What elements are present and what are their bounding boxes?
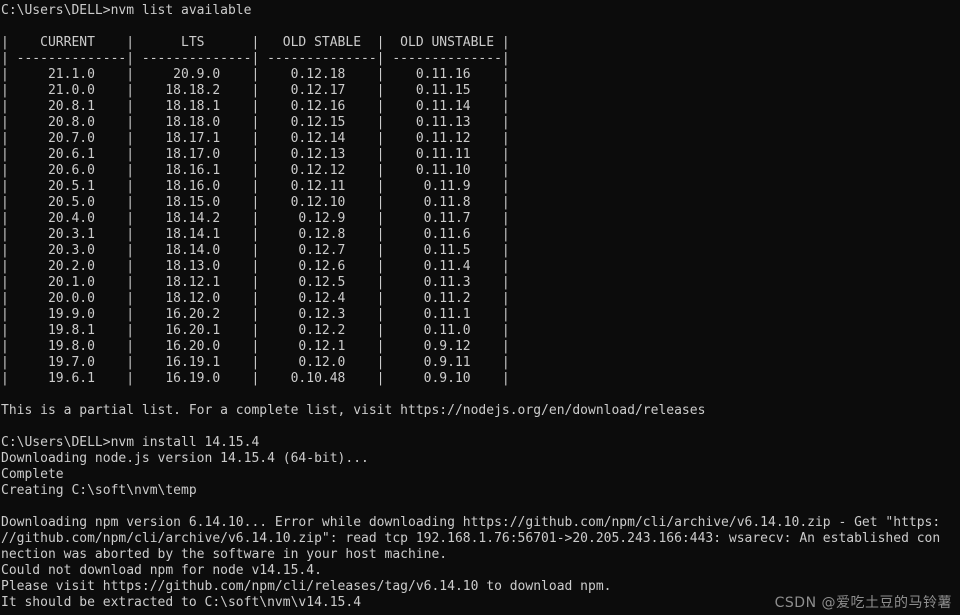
please-visit-line: Please visit https://github.com/npm/cli/… <box>1 579 612 594</box>
table-row: | 20.6.0 | 18.16.1 | 0.12.12 | 0.11.10 | <box>1 163 510 178</box>
complete-line: Complete <box>1 467 64 482</box>
nvm-version-table: | CURRENT | LTS | OLD STABLE | OLD UNSTA… <box>1 35 960 387</box>
table-row: | 20.7.0 | 18.17.1 | 0.12.14 | 0.11.12 | <box>1 131 510 146</box>
npm-error-line-1: Downloading npm version 6.14.10... Error… <box>1 515 941 530</box>
npm-error-line-2: //github.com/npm/cli/archive/v6.14.10.zi… <box>1 531 941 546</box>
table-row: | 20.1.0 | 18.12.1 | 0.12.5 | 0.11.3 | <box>1 275 510 290</box>
npm-error-line-3: nection was aborted by the software in y… <box>1 547 448 562</box>
table-row: | 19.9.0 | 16.20.2 | 0.12.3 | 0.11.1 | <box>1 307 510 322</box>
could-not-download-line: Could not download npm for node v14.15.4… <box>1 563 322 578</box>
table-row: | 20.8.0 | 18.18.0 | 0.12.15 | 0.11.13 | <box>1 115 510 130</box>
table-row: | 20.3.1 | 18.14.1 | 0.12.8 | 0.11.6 | <box>1 227 510 242</box>
terminal-window[interactable]: C:\Users\DELL>nvm list available | CURRE… <box>0 0 960 615</box>
partial-list-note: This is a partial list. For a complete l… <box>1 403 706 418</box>
command-prompt-line-list-available: C:\Users\DELL>nvm list available <box>1 3 252 18</box>
table-row: | 20.0.0 | 18.12.0 | 0.12.4 | 0.11.2 | <box>1 291 510 306</box>
table-row: | 20.6.1 | 18.17.0 | 0.12.13 | 0.11.11 | <box>1 147 510 162</box>
table-row: | 19.6.1 | 16.19.0 | 0.10.48 | 0.9.10 | <box>1 371 510 386</box>
downloading-node-line: Downloading node.js version 14.15.4 (64-… <box>1 451 369 466</box>
creating-temp-line: Creating C:\soft\nvm\temp <box>1 483 197 498</box>
table-row: | 20.8.1 | 18.18.1 | 0.12.16 | 0.11.14 | <box>1 99 510 114</box>
table-row: | 20.2.0 | 18.13.0 | 0.12.6 | 0.11.4 | <box>1 259 510 274</box>
table-row: | 21.1.0 | 20.9.0 | 0.12.18 | 0.11.16 | <box>1 67 510 82</box>
table-row: | CURRENT | LTS | OLD STABLE | OLD UNSTA… <box>1 35 510 50</box>
table-row: | 20.5.1 | 18.16.0 | 0.12.11 | 0.11.9 | <box>1 179 510 194</box>
csdn-watermark: CSDN @爱吃土豆的马铃薯 <box>774 595 952 611</box>
table-row: | 19.7.0 | 16.19.1 | 0.12.0 | 0.9.11 | <box>1 355 510 370</box>
table-row: | 20.3.0 | 18.14.0 | 0.12.7 | 0.11.5 | <box>1 243 510 258</box>
table-row: | 19.8.1 | 16.20.1 | 0.12.2 | 0.11.0 | <box>1 323 510 338</box>
table-row: | --------------| --------------| ------… <box>1 51 510 66</box>
table-row: | 21.0.0 | 18.18.2 | 0.12.17 | 0.11.15 | <box>1 83 510 98</box>
table-row: | 19.8.0 | 16.20.0 | 0.12.1 | 0.9.12 | <box>1 339 510 354</box>
command-prompt-line-install: C:\Users\DELL>nvm install 14.15.4 <box>1 435 260 450</box>
table-row: | 20.5.0 | 18.15.0 | 0.12.10 | 0.11.8 | <box>1 195 510 210</box>
table-row: | 20.4.0 | 18.14.2 | 0.12.9 | 0.11.7 | <box>1 211 510 226</box>
